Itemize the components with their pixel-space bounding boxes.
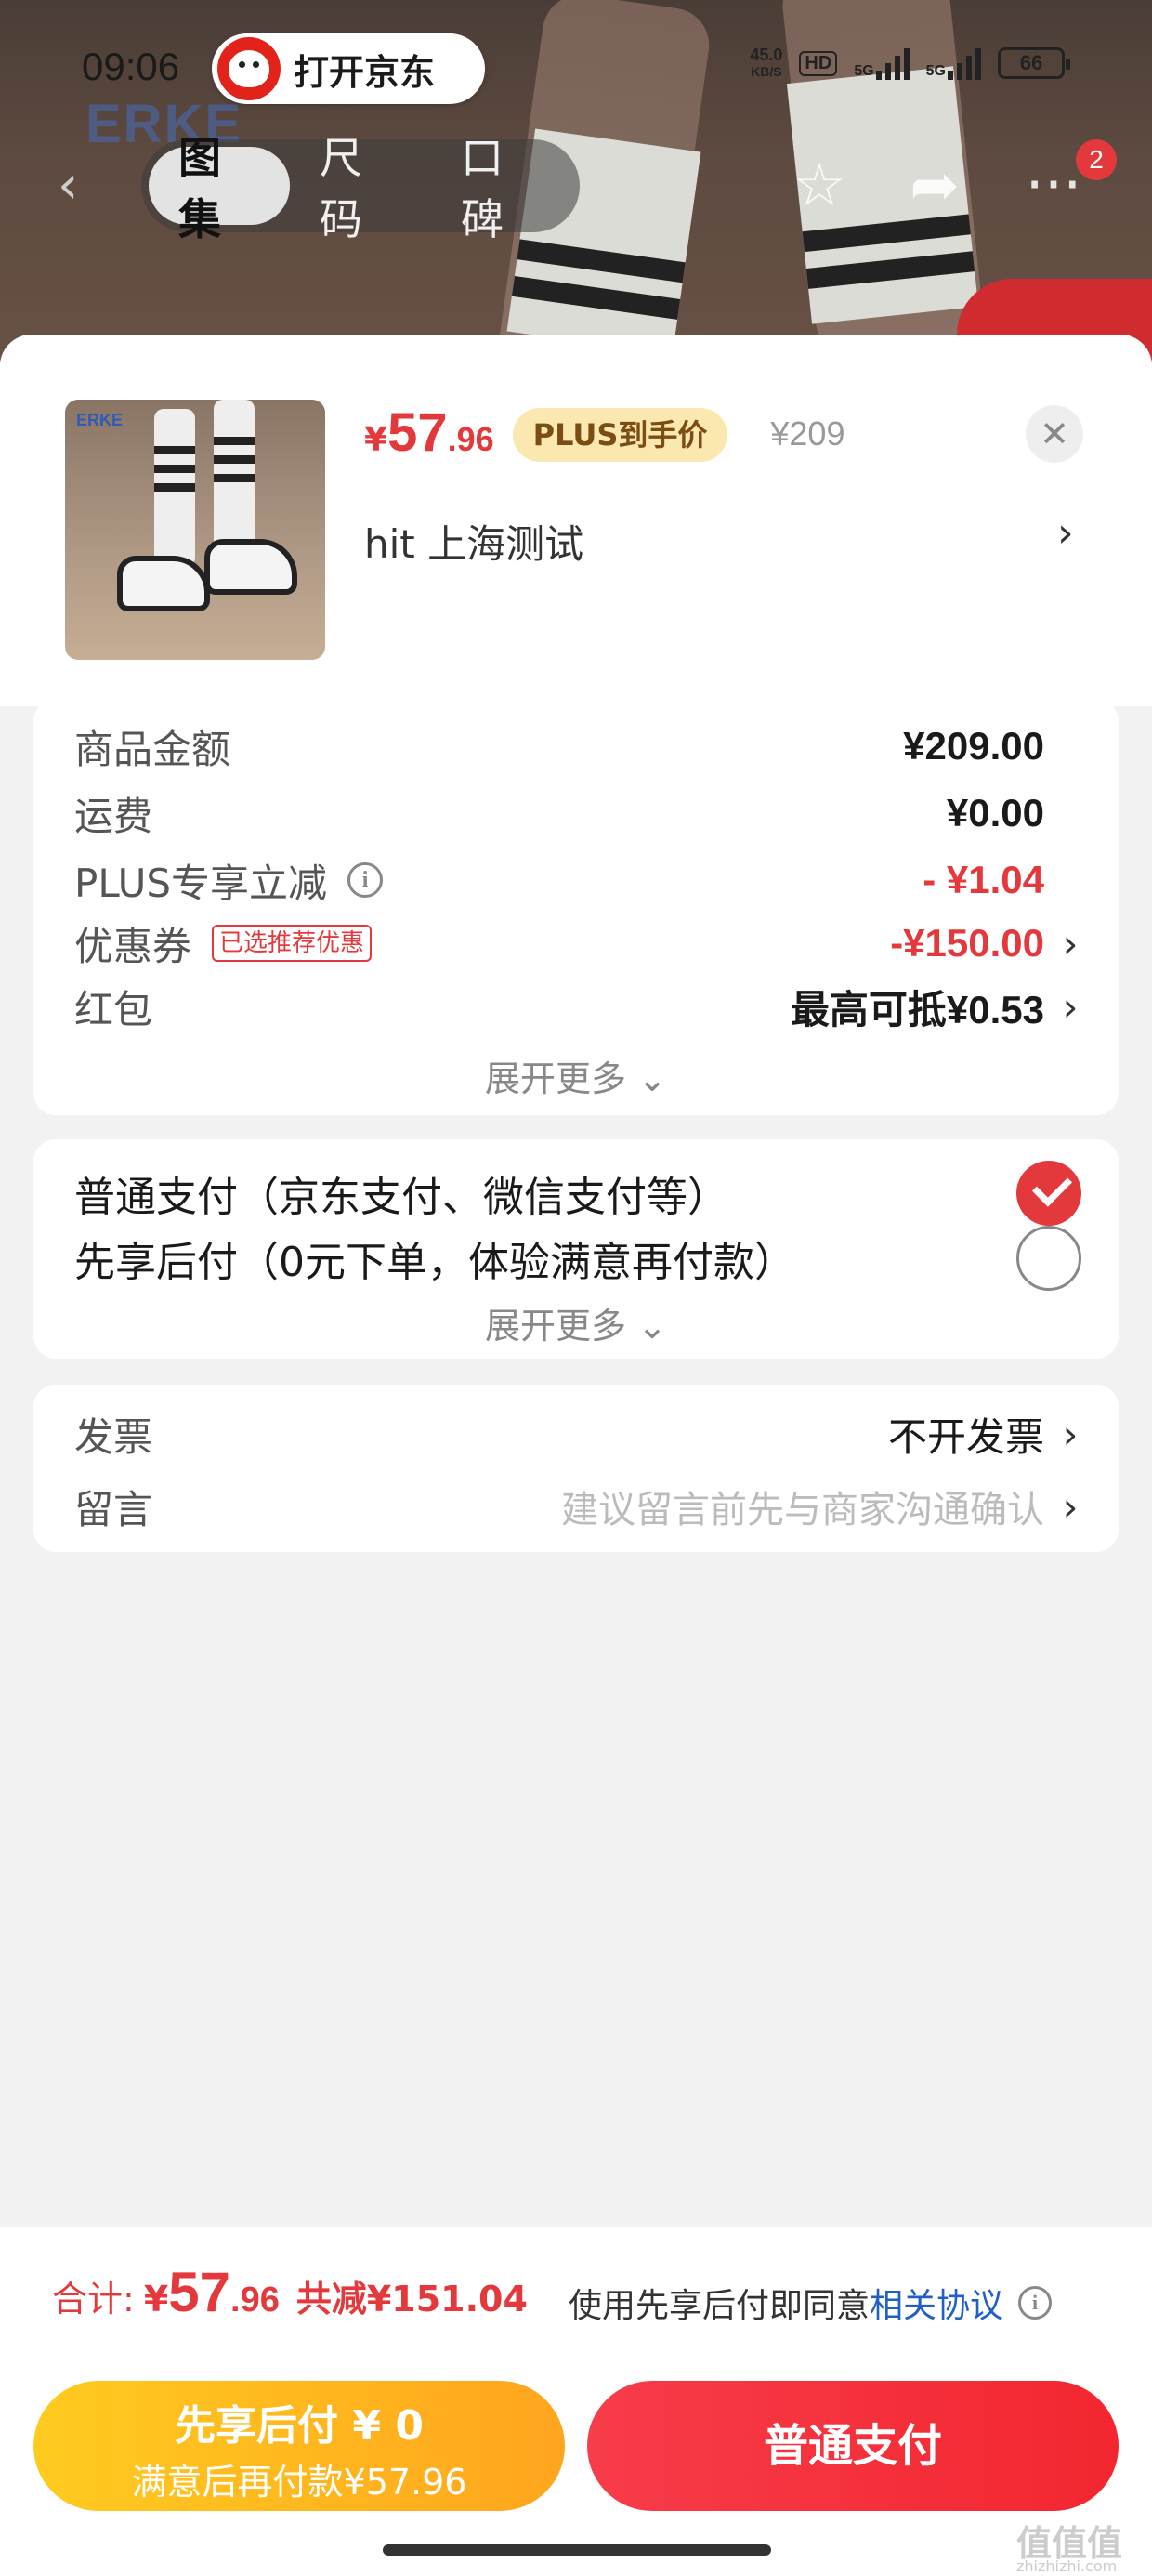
status-bar: 09:06 45.0 KB/S HD 5G 5G 66: [0, 37, 1152, 102]
agreement-line: 使用先享后付即同意 相关协议 i: [569, 2279, 1053, 2327]
tab-size[interactable]: 尺码: [290, 133, 431, 244]
bnpl-pay-button[interactable]: 先享后付 ¥ 0 满意后再付款¥57.96: [33, 2381, 565, 2511]
row-note[interactable]: 留言 建议留言前先与商家沟通确认 ›: [74, 1474, 1081, 1539]
chevron-right-icon[interactable]: ›: [1057, 509, 1074, 557]
home-indicator[interactable]: [383, 2544, 771, 2556]
media-tabs: 图集 尺码 口碑: [141, 133, 580, 244]
close-icon[interactable]: ✕: [1026, 405, 1083, 463]
plus-price-badge: PLUS到手价: [512, 408, 728, 462]
expand-more-button[interactable]: 展开更多 ⌄: [33, 1050, 1119, 1101]
info-icon[interactable]: i: [1018, 2286, 1053, 2320]
net-speed: 45.0 KB/S: [750, 46, 783, 79]
tab-gallery[interactable]: 图集: [149, 133, 290, 244]
row-red-packet[interactable]: 红包 最高可抵¥0.53 ›: [74, 974, 1081, 1039]
product-thumbnail[interactable]: ERKE: [65, 400, 325, 660]
radio-checked-icon[interactable]: [1016, 1161, 1081, 1226]
shipping-address[interactable]: hit 上海测试: [364, 513, 583, 570]
payment-option-normal[interactable]: 普通支付（京东支付、微信支付等）: [74, 1156, 1081, 1230]
row-shipping: 运费 ¥0.00 ›: [74, 791, 1044, 839]
jd-mascot-icon: [217, 37, 281, 100]
open-jd-app-button[interactable]: 打开京东: [212, 33, 485, 104]
row-goods-amount: 商品金额 ¥209.00 ›: [74, 724, 1044, 772]
normal-pay-button[interactable]: 普通支付: [587, 2381, 1119, 2511]
info-icon[interactable]: i: [347, 862, 384, 898]
signal-icon: 5G: [854, 46, 910, 80]
back-icon[interactable]: ‹: [58, 158, 95, 214]
battery-icon: 66: [998, 47, 1070, 79]
total-saved: 共减¥151.04: [295, 2279, 528, 2320]
hd-icon: HD: [799, 50, 838, 76]
original-price: ¥209: [770, 414, 845, 453]
signal-icon-2: 5G: [926, 46, 981, 80]
chevron-right-icon: ›: [1062, 920, 1079, 966]
status-time: 09:06: [82, 45, 180, 88]
row-coupon[interactable]: 优惠券 已选推荐优惠 -¥150.00 ›: [74, 911, 1081, 976]
notification-badge: 2: [1076, 139, 1117, 180]
agreement-link[interactable]: 相关协议: [870, 2279, 1003, 2327]
status-icons: 45.0 KB/S HD 5G 5G 66: [750, 46, 1070, 80]
product-header: ERKE ¥ 57 .96 PLUS到手价 ¥209 ✕ hit 上海测试 ›: [0, 335, 1152, 706]
extras-card: 发票 不开发票 › 留言 建议留言前先与商家沟通确认 ›: [33, 1385, 1119, 1552]
open-jd-label: 打开京东: [294, 51, 436, 93]
share-icon[interactable]: ➦: [897, 149, 972, 223]
tab-reviews[interactable]: 口碑: [431, 133, 572, 244]
payment-option-bnpl[interactable]: 先享后付（0元下单，体验满意再付款）: [74, 1221, 1081, 1295]
chevron-right-icon: ›: [1062, 1483, 1079, 1530]
radio-unchecked-icon[interactable]: [1016, 1226, 1081, 1291]
price-summary-card: 商品金额 ¥209.00 › 运费 ¥0.00 › PLUS专享立减 i - ¥…: [33, 699, 1119, 1115]
favorite-star-icon[interactable]: ☆: [782, 149, 857, 223]
payment-options-card: 普通支付（京东支付、微信支付等） 先享后付（0元下单，体验满意再付款） 展开更多…: [33, 1139, 1119, 1359]
product-price: ¥ 57 .96 PLUS到手价 ¥209: [364, 402, 845, 463]
chevron-right-icon: ›: [1062, 983, 1079, 1030]
expand-more-payment-button[interactable]: 展开更多 ⌄: [33, 1297, 1119, 1348]
chevron-right-icon: ›: [1062, 1411, 1079, 1457]
row-plus-discount: PLUS专享立减 i - ¥1.04 ›: [74, 858, 1044, 906]
total-amount: 合计: ¥ 57 .96 共减¥151.04: [52, 2261, 528, 2323]
row-invoice[interactable]: 发票 不开发票 ›: [74, 1401, 1081, 1466]
recommended-tag: 已选推荐优惠: [212, 925, 373, 962]
site-watermark-url: zhizhizhi.com: [1016, 2557, 1118, 2575]
checkout-bottom-bar: 合计: ¥ 57 .96 共减¥151.04 使用先享后付即同意 相关协议 i …: [0, 2227, 1152, 2576]
